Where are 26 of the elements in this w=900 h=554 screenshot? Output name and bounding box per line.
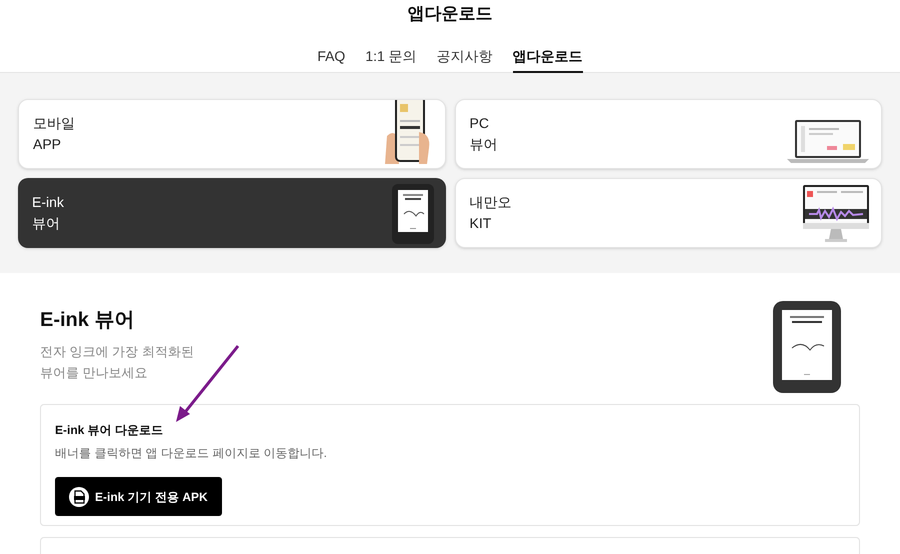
card-label: PC: [470, 115, 490, 132]
apk-file-icon: [69, 486, 89, 506]
card-label: 모바일: [33, 115, 75, 132]
app-card[interactable]: E-ink 뷰어: [18, 178, 446, 248]
desktop-monitor-drawing: [803, 185, 869, 243]
card-label: 뷰어: [470, 136, 498, 153]
card-label: E-ink: [32, 194, 64, 211]
card-label: 내만오: [470, 194, 512, 211]
section-subtitle: 뷰어를 만나보세요: [40, 364, 149, 382]
card-label: KIT: [470, 215, 492, 232]
phone-in-hand-drawing: [382, 100, 432, 164]
tab[interactable]: 1:1 문의: [365, 41, 417, 73]
panel-title: E-ink 뷰어 다운로드: [55, 422, 164, 439]
section-title: E-ink 뷰어: [40, 308, 136, 333]
card-label: APP: [33, 136, 62, 153]
tab[interactable]: FAQ: [317, 41, 346, 73]
tab[interactable]: 공지사항: [436, 41, 493, 73]
page-title: 앱다운로드: [408, 4, 492, 24]
apk-download-button[interactable]: E-ink 기기 전용 APK: [55, 477, 222, 516]
app-card[interactable]: PC 뷰어: [454, 99, 882, 169]
e-reader-drawing: [392, 184, 434, 244]
panel-description: 배너를 클릭하면 앱 다운로드 페이지로 이동합니다.: [55, 445, 328, 462]
app-card[interactable]: 내만오 KIT: [454, 178, 882, 248]
card-label: 뷰어: [32, 215, 61, 232]
app-card[interactable]: 모바일 APP: [18, 99, 446, 169]
section-subtitle: 전자 잉크에 가장 최적화된: [40, 343, 194, 361]
